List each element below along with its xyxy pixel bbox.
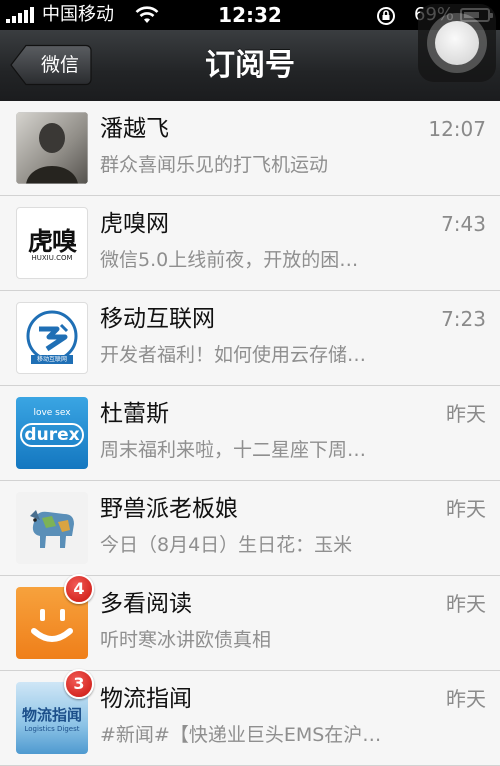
- unread-badge: 3: [64, 669, 94, 699]
- avatar-logo-text: 物流指闻: [21, 706, 82, 724]
- huxiu-logo-icon: 虎嗅 HUXIU.COM: [16, 207, 88, 279]
- toy-dog-photo-icon: [16, 492, 88, 564]
- subscription-preview: 今日（8月4日）生日花：玉米: [100, 534, 353, 556]
- avatar-logo-subtext: love sex: [33, 408, 71, 418]
- subscription-preview: 开发者福利！如何使用云存储…: [100, 344, 367, 366]
- avatar-logo-text: 虎嗅: [27, 227, 77, 256]
- subscription-time: 昨天: [446, 592, 486, 616]
- subscription-name: 物流指闻: [100, 686, 192, 712]
- avatar-logo-subtext: HUXIU.COM: [31, 254, 73, 262]
- durex-logo-icon: love sex durex: [16, 397, 88, 469]
- mobile-internet-logo-icon: 移动互联网: [16, 302, 88, 374]
- subscription-time: 7:43: [441, 212, 486, 236]
- subscription-preview: 听时寒冰讲欧债真相: [100, 629, 272, 651]
- subscription-list: 潘越飞 12:07 群众喜闻乐见的打飞机运动 虎嗅 HUXIU.COM 虎嗅网 …: [0, 101, 500, 766]
- list-item[interactable]: 物流指闻 Logistics Digest 3 物流指闻 昨天 #新闻#【快递业…: [0, 669, 500, 766]
- list-item[interactable]: love sex durex 杜蕾斯 昨天 周末福利来啦，十二星座下周…: [0, 386, 500, 481]
- subscription-time: 12:07: [428, 117, 486, 141]
- subscription-name: 虎嗅网: [100, 211, 169, 237]
- unread-badge: 4: [64, 574, 94, 604]
- subscription-time: 昨天: [446, 497, 486, 521]
- orientation-lock-icon: [377, 7, 395, 25]
- avatar-logo-text: 移动互联网: [36, 356, 67, 363]
- subscription-name: 多看阅读: [100, 591, 192, 617]
- subscription-name: 野兽派老板娘: [100, 496, 238, 522]
- list-item[interactable]: 潘越飞 12:07 群众喜闻乐见的打飞机运动: [0, 101, 500, 196]
- subscription-time: 昨天: [446, 402, 486, 426]
- avatar-logo-text: durex: [24, 425, 80, 445]
- list-item[interactable]: 野兽派老板娘 昨天 今日（8月4日）生日花：玉米: [0, 481, 500, 576]
- portrait-photo-icon: [16, 112, 88, 184]
- avatar-logo-subtext: Logistics Digest: [24, 725, 80, 733]
- subscription-time: 7:23: [441, 307, 486, 331]
- subscription-name: 移动互联网: [100, 306, 215, 332]
- subscription-preview: 周末福利来啦，十二星座下周…: [100, 439, 367, 461]
- subscription-preview: 微信5.0上线前夜，开放的困…: [100, 249, 359, 271]
- list-item[interactable]: 虎嗅 HUXIU.COM 虎嗅网 7:43 微信5.0上线前夜，开放的困…: [0, 196, 500, 291]
- list-item[interactable]: 移动互联网 移动互联网 7:23 开发者福利！如何使用云存储…: [0, 291, 500, 386]
- subscription-name: 潘越飞: [100, 116, 169, 142]
- subscription-preview: #新闻#【快递业巨头EMS在沪…: [100, 724, 382, 746]
- assistive-touch-button[interactable]: [418, 4, 496, 82]
- subscription-preview: 群众喜闻乐见的打飞机运动: [100, 154, 329, 176]
- subscription-time: 昨天: [446, 687, 486, 711]
- subscription-name: 杜蕾斯: [100, 401, 169, 427]
- list-item[interactable]: 4 多看阅读 昨天 听时寒冰讲欧债真相: [0, 574, 500, 671]
